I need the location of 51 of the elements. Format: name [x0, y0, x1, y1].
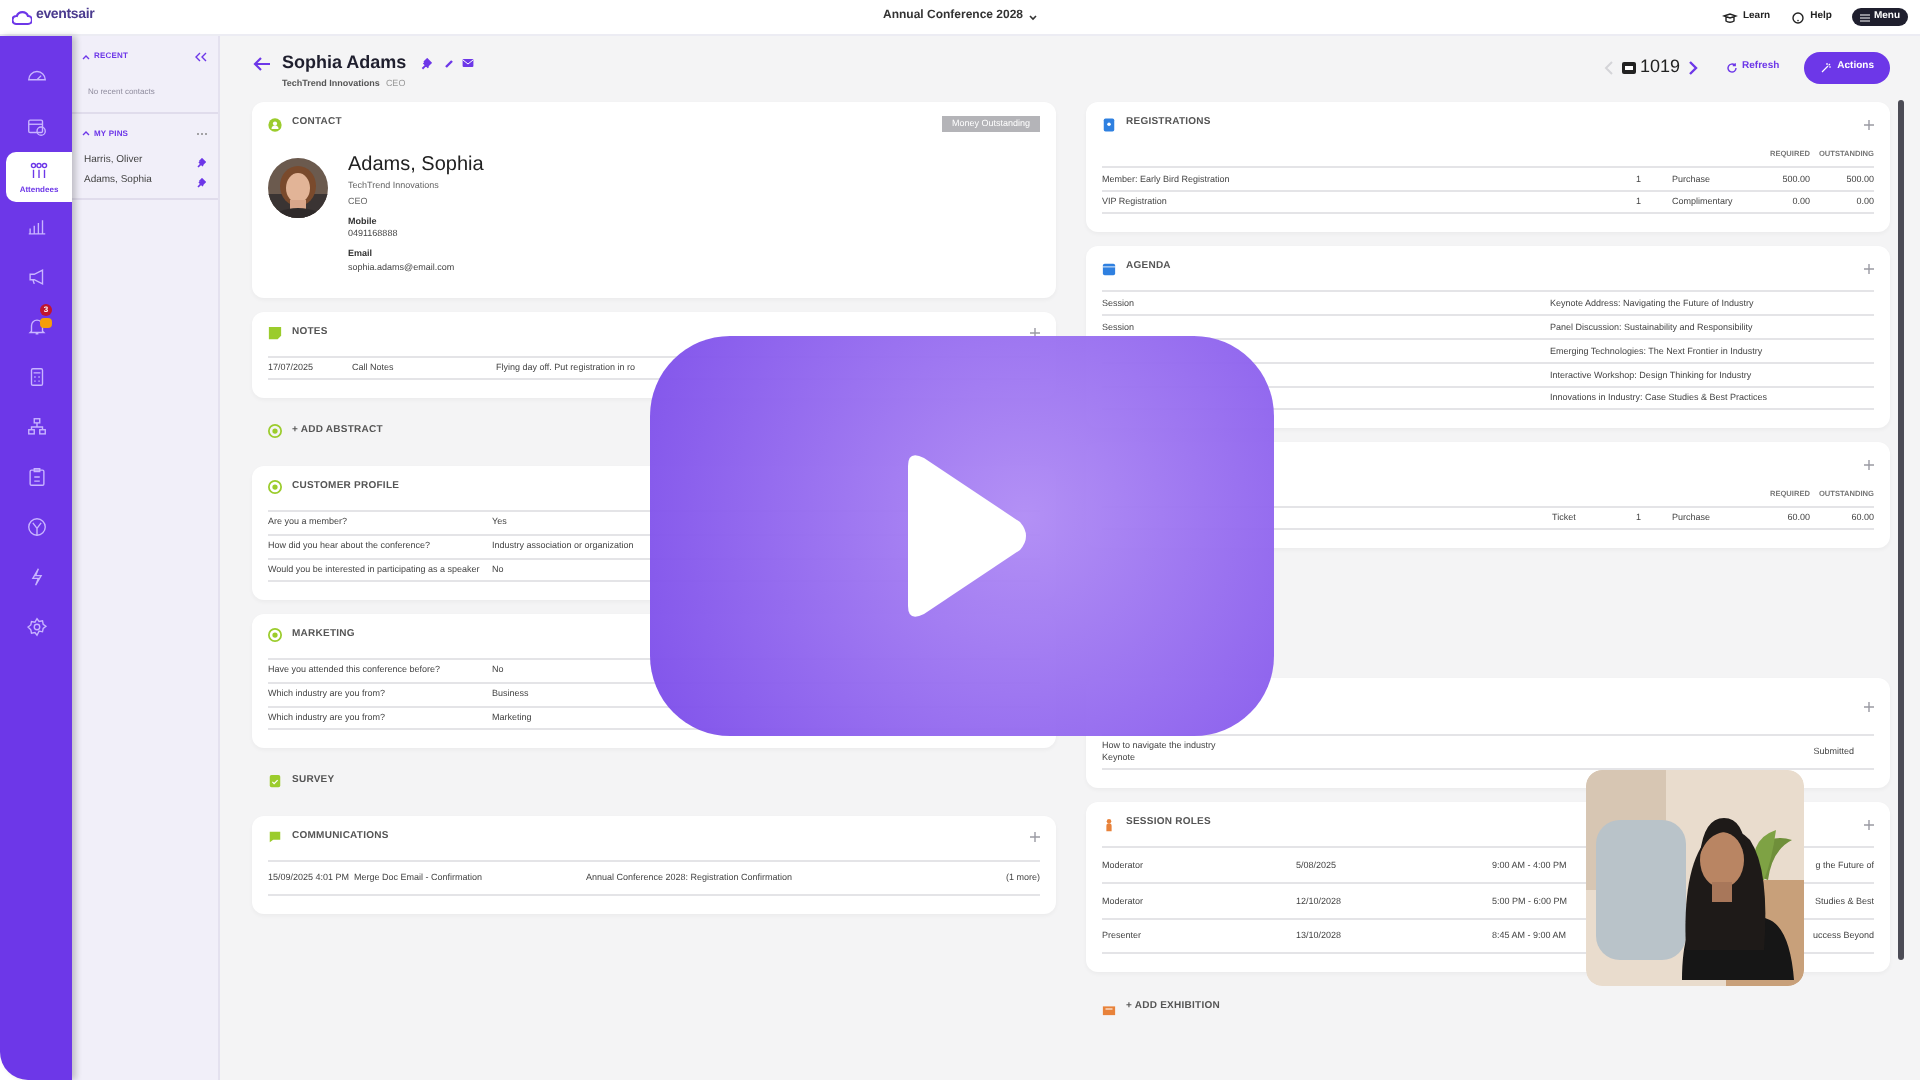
pin-icon[interactable]: [196, 157, 206, 167]
contact-name: Sophia Adams: [282, 50, 407, 76]
calculator-icon: [25, 366, 47, 388]
badge-icon: [1102, 117, 1116, 131]
sitemap-icon: [25, 416, 47, 438]
menu-icon: [1859, 13, 1870, 21]
clipboard-icon: [25, 466, 47, 488]
plus-icon[interactable]: [1864, 119, 1874, 129]
collapse-icon[interactable]: [194, 51, 208, 61]
chevron-up-icon: [82, 130, 90, 136]
person-icon: [1102, 817, 1116, 831]
plus-icon[interactable]: [1030, 832, 1040, 842]
help-icon: [1790, 11, 1807, 23]
cloud-logo-icon: [12, 9, 32, 25]
magic-wand-icon: [1819, 62, 1832, 74]
pin-icon[interactable]: [196, 177, 206, 187]
person-circle-icon: [268, 117, 282, 131]
back-arrow-icon[interactable]: [252, 56, 272, 72]
bell-icon: [25, 316, 47, 338]
plus-icon[interactable]: [1864, 701, 1874, 711]
plus-icon[interactable]: [1864, 263, 1874, 273]
chevron-down-icon: [1027, 13, 1038, 21]
note-icon: [268, 326, 282, 340]
mail-icon[interactable]: [462, 58, 475, 69]
pin-icon[interactable]: [420, 57, 433, 70]
megaphone-icon: [25, 266, 47, 288]
people-icon: [28, 159, 50, 181]
gear-icon: [25, 616, 47, 638]
refresh-icon: [1726, 62, 1739, 74]
bar-chart-icon: [25, 216, 47, 238]
target-icon: [268, 424, 282, 438]
plus-icon[interactable]: [1030, 328, 1040, 338]
booth-icon: [1102, 1001, 1116, 1015]
record-id: 1019: [1640, 54, 1681, 81]
clipboard-check-icon: [268, 774, 282, 788]
plus-icon[interactable]: [1864, 459, 1874, 469]
play-button[interactable]: [650, 336, 1274, 736]
warning-badge-icon: [40, 318, 52, 328]
plus-icon[interactable]: [1864, 819, 1874, 829]
chevron-up-icon: [82, 53, 90, 59]
chevron-right-icon[interactable]: [1688, 60, 1699, 76]
calendar-icon: [1102, 261, 1116, 275]
scrollbar[interactable]: [1898, 100, 1904, 960]
target-icon: [268, 480, 282, 494]
graduation-cap-icon: [1722, 11, 1739, 23]
target-icon: [268, 628, 282, 642]
speech-bubble-icon: [268, 830, 282, 844]
id-card-icon: [1622, 62, 1636, 74]
chevron-left-icon[interactable]: [1604, 60, 1614, 76]
calendar-clock-icon: [25, 116, 47, 138]
contact-full-name: Adams, Sophia: [348, 154, 484, 178]
